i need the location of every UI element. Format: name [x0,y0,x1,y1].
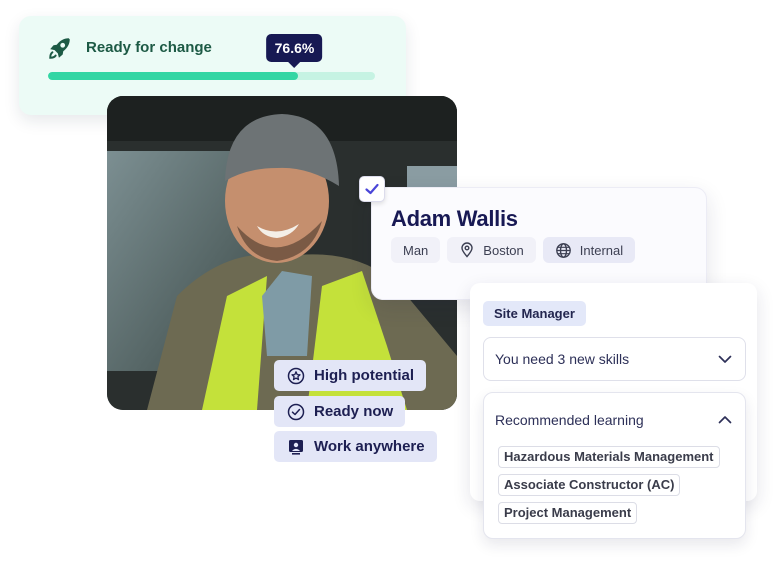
badge-label: Ready now [314,403,394,420]
tag-label: Man [403,242,429,258]
profile-tags: Man Boston Internal [391,237,636,263]
readiness-progress-fill [48,72,299,80]
remote-user-icon [289,439,303,455]
badge-work-anywhere: Work anywhere [274,431,437,462]
recommended-learning-label: Recommended learning [495,412,644,428]
badge-label: High potential [314,367,414,384]
course-list: Hazardous Materials Management Associate… [498,446,720,524]
chevron-down-icon[interactable] [717,351,733,367]
tag-label: Internal [579,242,624,258]
star-circle-icon [287,367,305,384]
tag-label: Boston [483,242,524,258]
candidate-name: Adam Wallis [391,206,518,231]
course-item[interactable]: Associate Constructor (AC) [498,474,681,496]
skills-needed-label: You need 3 new skills [495,351,630,367]
chevron-up-icon[interactable] [717,412,733,428]
readiness-title: Ready for change [86,39,212,56]
badge-high-potential: High potential [274,360,426,391]
badge-ready-now: Ready now [274,396,406,427]
checkmark-icon [365,183,379,195]
check-circle-icon [287,403,305,420]
select-candidate-checkbox[interactable] [359,176,385,202]
course-item[interactable]: Hazardous Materials Management [498,446,720,468]
role-title-chip: Site Manager [483,301,586,326]
readiness-progress-bar [48,72,375,80]
course-item[interactable]: Project Management [498,502,638,524]
tag-employment-type: Internal [542,237,636,263]
tag-location: Boston [447,237,536,263]
tag-gender: Man [391,237,441,263]
skills-needed-dropdown[interactable]: You need 3 new skills [483,337,746,381]
rocket-icon [49,38,70,59]
globe-icon [555,242,571,258]
readiness-percent-tooltip: 76.6% [266,34,323,68]
recommended-learning-accordion: Recommended learning Hazardous Materials… [483,392,746,539]
badge-label: Work anywhere [314,438,425,455]
recommended-learning-header[interactable]: Recommended learning [495,412,733,428]
location-pin-icon [461,242,473,258]
